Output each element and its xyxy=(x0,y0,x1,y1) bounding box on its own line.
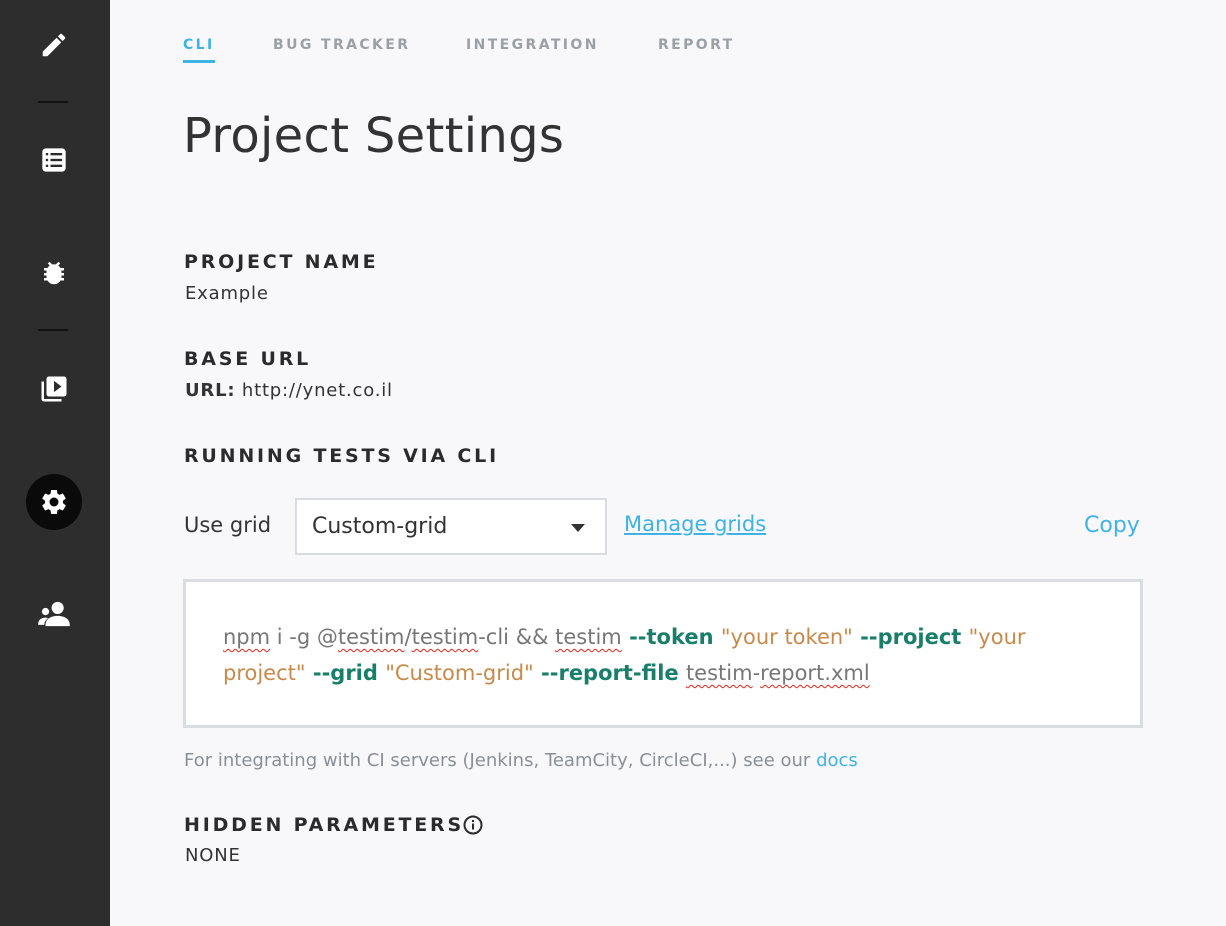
tab-label: BUG TRACKER xyxy=(273,37,411,53)
ci-note: For integrating with CI servers (Jenkins… xyxy=(184,750,858,771)
use-grid-label: Use grid xyxy=(184,513,272,537)
sidebar-item-editor[interactable] xyxy=(0,20,107,70)
tab-cli[interactable]: CLI xyxy=(183,37,215,63)
sidebar xyxy=(0,0,110,926)
hidden-parameters-label: HIDDEN PARAMETERS xyxy=(184,814,464,836)
cli-section-label: RUNNING TESTS VIA CLI xyxy=(184,445,499,467)
cmd-report-flag: --report-file xyxy=(533,661,686,685)
info-icon[interactable] xyxy=(463,815,483,835)
cmd-testim: testim xyxy=(555,625,622,649)
cmd-project-flag: --project xyxy=(852,625,969,649)
manage-grids-link[interactable]: Manage grids xyxy=(624,512,766,536)
tab-report[interactable]: REPORT xyxy=(658,37,735,53)
cmd-pkg-scope: testim xyxy=(337,625,405,649)
sidebar-item-bugs[interactable] xyxy=(0,248,107,298)
sidebar-item-users[interactable] xyxy=(0,589,107,639)
cmd-slash: / xyxy=(404,625,412,649)
copy-button[interactable]: Copy xyxy=(1084,513,1140,538)
cmd-npm: npm xyxy=(223,625,271,649)
tab-label: INTEGRATION xyxy=(466,37,599,53)
bug-icon xyxy=(43,261,64,285)
cli-command-box[interactable]: npm i -g @testim/testim-cli && testim --… xyxy=(183,579,1143,728)
docs-link[interactable]: docs xyxy=(816,750,858,771)
cmd-project-value-1: "your xyxy=(968,625,1026,649)
base-url-label: BASE URL xyxy=(184,348,312,370)
active-tab-underline xyxy=(183,60,215,63)
cmd-project-value-2: project" xyxy=(223,661,306,685)
grid-select[interactable]: Custom-grid xyxy=(295,498,607,555)
project-name-label: PROJECT NAME xyxy=(184,251,379,273)
cmd-token-value: "your token" xyxy=(720,625,853,649)
cmd-report-2: report.xml xyxy=(760,661,870,685)
sidebar-divider xyxy=(38,101,68,103)
tab-label: CLI xyxy=(183,37,215,53)
grid-select-value: Custom-grid xyxy=(312,514,448,539)
sidebar-item-settings[interactable] xyxy=(0,474,107,530)
base-url-value: URL: http://ynet.co.il xyxy=(185,380,393,401)
active-indicator xyxy=(25,474,82,530)
ci-note-text: For integrating with CI servers (Jenkins… xyxy=(184,750,817,771)
page-title: Project Settings xyxy=(183,108,565,164)
list-icon xyxy=(41,148,66,172)
tab-label: REPORT xyxy=(658,37,735,53)
tab-bug-tracker[interactable]: BUG TRACKER xyxy=(273,37,410,53)
gear-icon xyxy=(41,490,66,514)
cmd-and: && xyxy=(515,625,549,649)
cmd-pkg-name: testim xyxy=(411,625,479,649)
sidebar-item-tests[interactable] xyxy=(0,135,107,185)
sidebar-divider xyxy=(38,329,68,331)
users-icon xyxy=(37,601,70,627)
url-text: http://ynet.co.il xyxy=(235,380,393,401)
cmd-grid-flag: --grid xyxy=(305,661,386,685)
playlist-play-icon xyxy=(41,376,66,402)
cmd-report-1: testim xyxy=(685,661,753,685)
sidebar-item-runs[interactable] xyxy=(0,364,107,414)
url-key: URL: xyxy=(185,380,236,401)
pencil-icon xyxy=(42,33,65,57)
caret-down-icon xyxy=(571,524,585,532)
cmd-grid-value: "Custom-grid" xyxy=(385,661,534,685)
project-name-value: Example xyxy=(185,283,269,304)
hidden-parameters-value: NONE xyxy=(185,845,241,866)
cmd-dash-cli: -cli xyxy=(478,625,516,649)
tab-integration[interactable]: INTEGRATION xyxy=(466,37,599,53)
cmd-token-flag: --token xyxy=(621,625,721,649)
cmd-install: i -g @ xyxy=(270,625,338,649)
